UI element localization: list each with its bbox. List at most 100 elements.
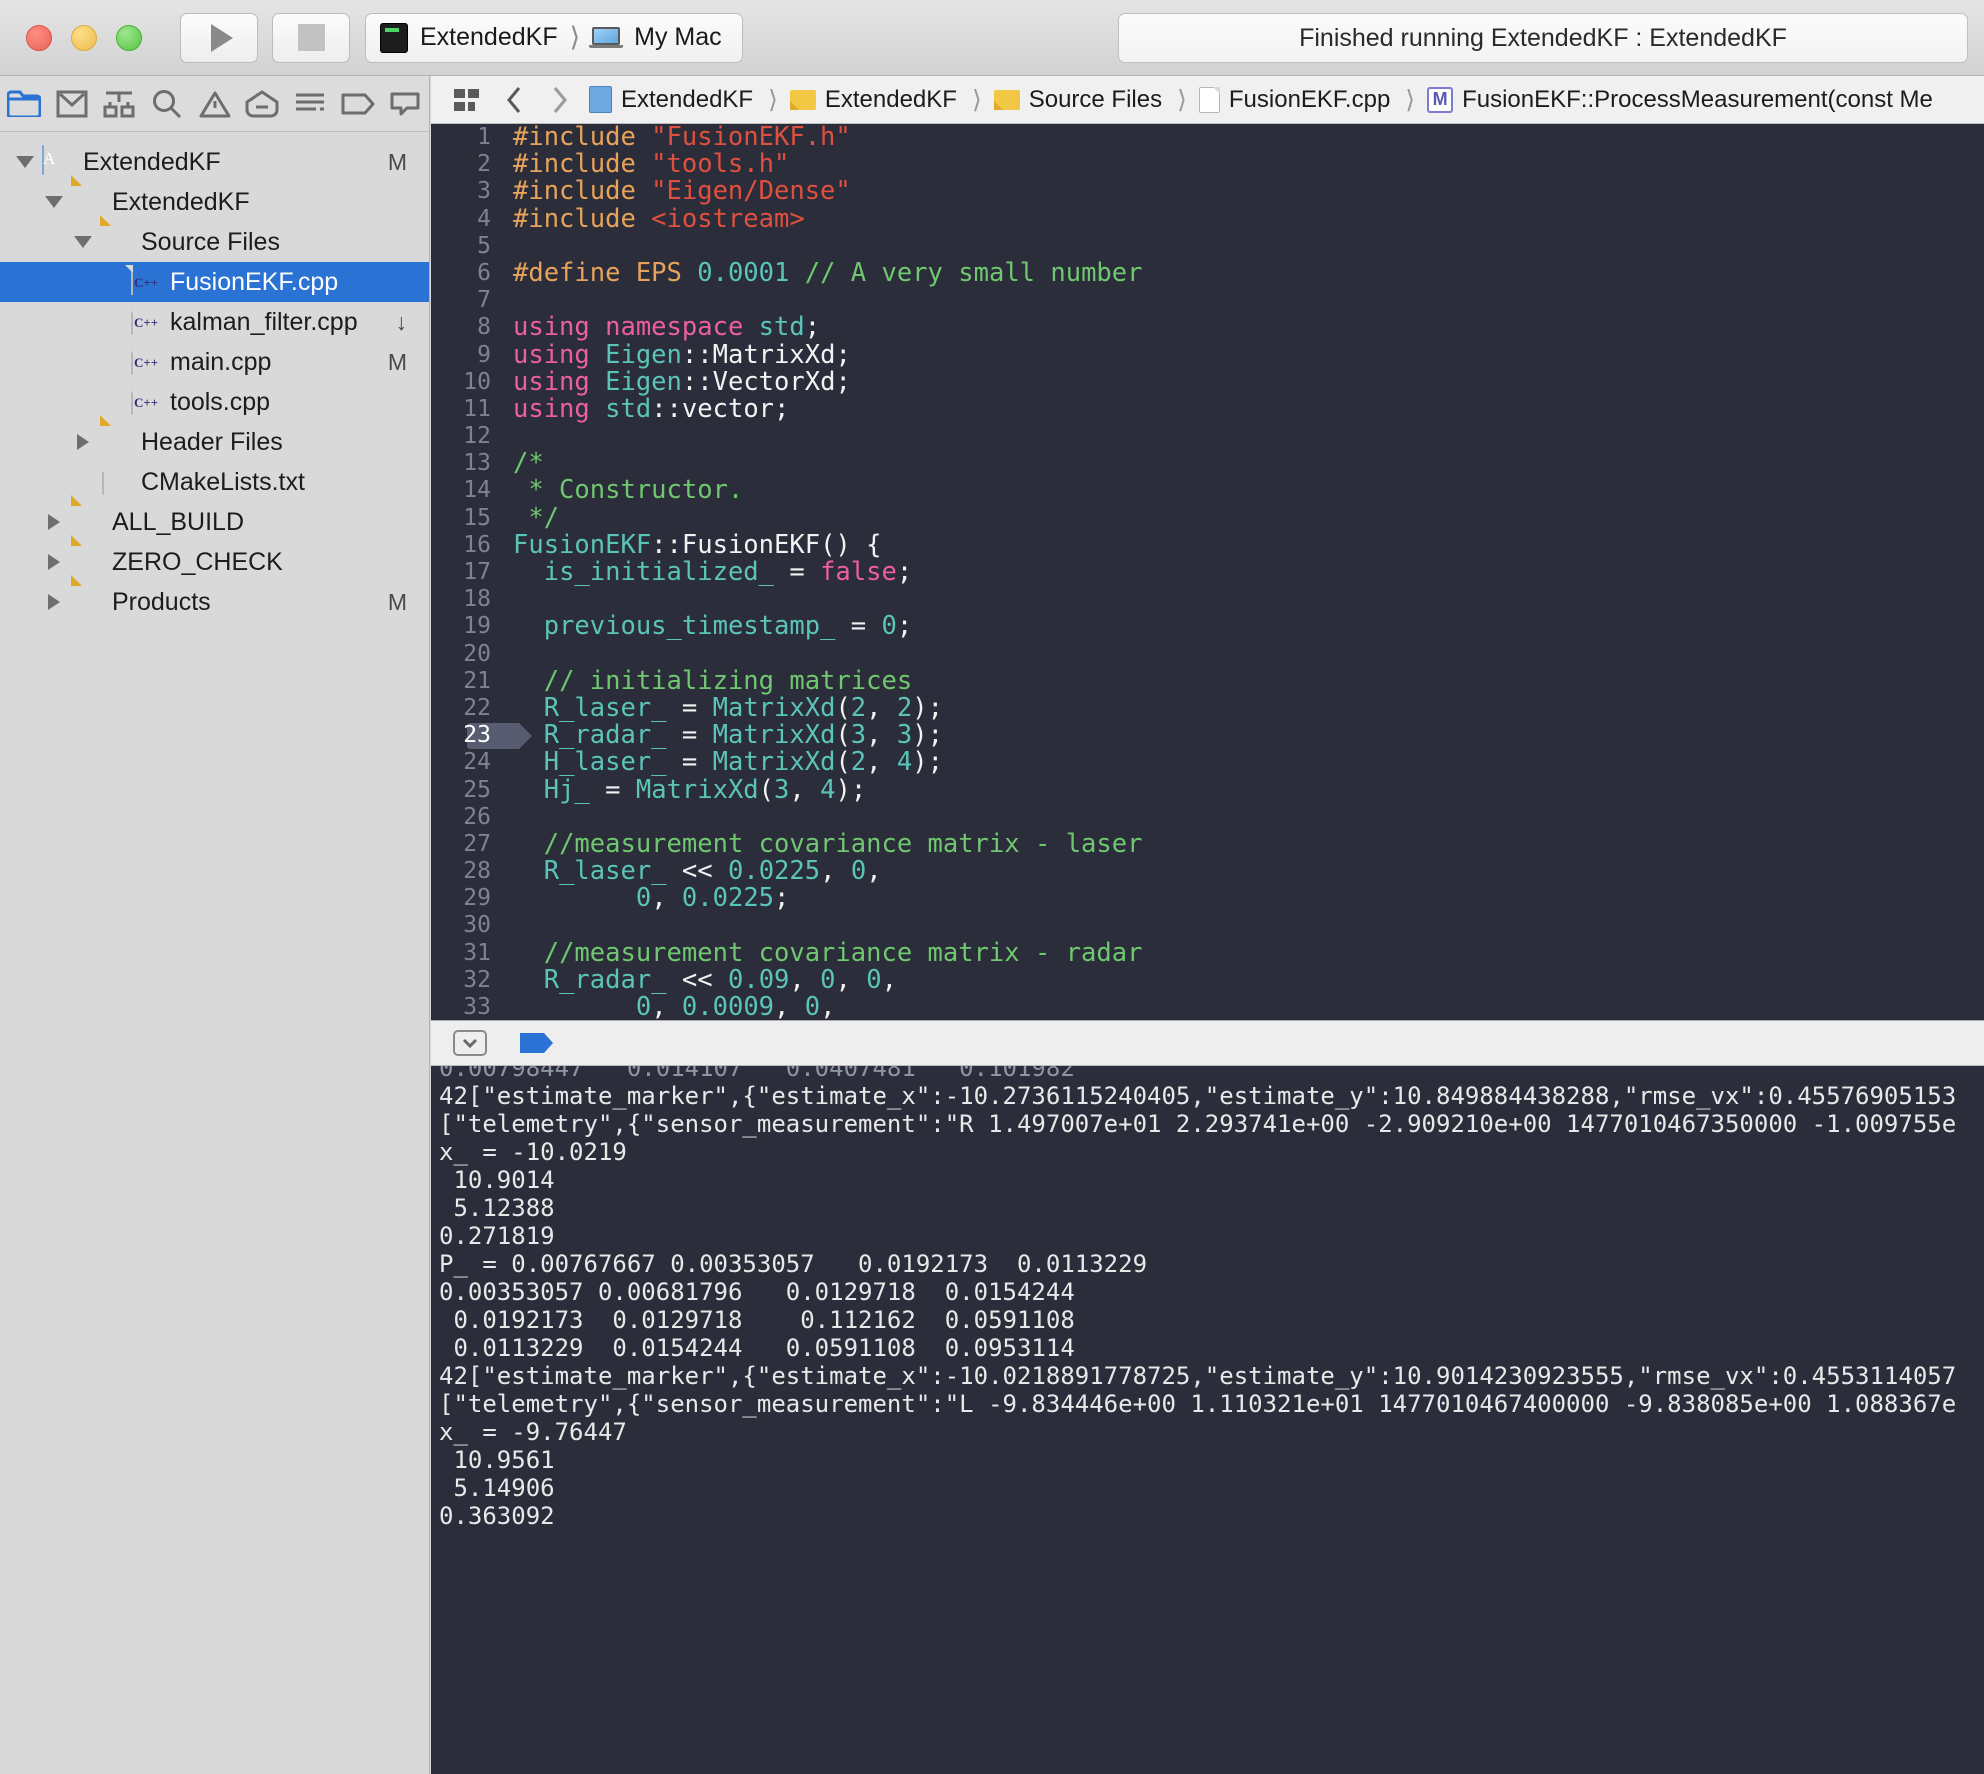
navigate-back-button[interactable] [491, 86, 537, 114]
code-token: 4 [897, 747, 912, 777]
close-window-button[interactable] [26, 25, 52, 51]
project-navigator-icon[interactable] [0, 76, 48, 132]
disclosure-triangle[interactable] [101, 271, 123, 293]
source-control-navigator-icon[interactable] [48, 76, 96, 132]
code-line[interactable]: 21 // initializing matrices [431, 668, 1984, 695]
code-line[interactable]: 23 R_radar_ = MatrixXd(3, 3); [431, 722, 1984, 749]
run-button[interactable] [180, 13, 258, 63]
file-tree-row[interactable]: ZERO_CHECK [0, 542, 429, 582]
file-tree-row[interactable]: ExtendedKF [0, 182, 429, 222]
code-token: 0.0225 [728, 856, 820, 886]
flag-icon[interactable] [519, 1031, 555, 1055]
source-code-editor[interactable]: 1#include "FusionEKF.h"2#include "tools.… [431, 124, 1984, 1020]
disclosure-triangle[interactable] [101, 391, 123, 413]
breadcrumb-item[interactable]: ExtendedKF [583, 86, 759, 114]
breakpoint-navigator-icon[interactable] [334, 76, 382, 132]
code-line[interactable]: 33 0, 0.0009, 0, [431, 994, 1984, 1020]
file-tree-row[interactable]: C++FusionEKF.cpp [0, 262, 429, 302]
code-line[interactable]: 24 H_laser_ = MatrixXd(2, 4); [431, 749, 1984, 776]
line-number: 22 [431, 695, 491, 722]
code-line[interactable]: 19 previous_timestamp_ = 0; [431, 613, 1984, 640]
code-line[interactable]: 29 0, 0.0225; [431, 885, 1984, 912]
code-line[interactable]: 26 [431, 804, 1984, 831]
disclosure-triangle[interactable] [72, 471, 94, 493]
zoom-window-button[interactable] [116, 25, 142, 51]
console-line: 42["estimate_marker",{"estimate_x":-10.0… [439, 1362, 1984, 1390]
code-line[interactable]: 15 */ [431, 505, 1984, 532]
code-token: namespace [605, 312, 759, 342]
scheme-selector[interactable]: ExtendedKF ⟩ My Mac [365, 13, 743, 63]
file-tree-row[interactable]: CMakeLists.txt [0, 462, 429, 502]
breadcrumb-item[interactable]: ⟩MFusionEKF::ProcessMeasurement(const Me [1396, 85, 1939, 115]
breadcrumb-item[interactable]: ⟩FusionEKF.cpp [1168, 85, 1396, 115]
breadcrumb-item[interactable]: ⟩Source Files [963, 85, 1168, 115]
code-line[interactable]: 28 R_laser_ << 0.0225, 0, [431, 858, 1984, 885]
stop-button[interactable] [272, 13, 350, 63]
disclosure-triangle[interactable] [101, 351, 123, 373]
file-tree-row[interactable]: Source Files [0, 222, 429, 262]
code-line[interactable]: 1#include "FusionEKF.h" [431, 124, 1984, 151]
code-line[interactable]: 20 [431, 641, 1984, 668]
code-line[interactable]: 18 [431, 586, 1984, 613]
code-line[interactable]: 32 R_radar_ << 0.09, 0, 0, [431, 967, 1984, 994]
test-navigator-icon[interactable] [238, 76, 286, 132]
code-line[interactable]: 3#include "Eigen/Dense" [431, 178, 1984, 205]
disclosure-triangle-closed[interactable] [72, 431, 94, 453]
code-line[interactable]: 25 Hj_ = MatrixXd(3, 4); [431, 777, 1984, 804]
disclosure-triangle-closed[interactable] [43, 591, 65, 613]
file-tree-row[interactable]: C++tools.cpp [0, 382, 429, 422]
code-line[interactable]: 8using namespace std; [431, 314, 1984, 341]
disclosure-triangle[interactable] [101, 311, 123, 333]
file-tree-row[interactable]: Header Files [0, 422, 429, 462]
disclosure-triangle-open[interactable] [72, 231, 94, 253]
file-tree-row[interactable]: C++main.cppM [0, 342, 429, 382]
code-line[interactable]: 6#define EPS 0.0001 // A very small numb… [431, 260, 1984, 287]
report-navigator-icon[interactable] [286, 76, 334, 132]
code-line[interactable]: 13/* [431, 450, 1984, 477]
code-line[interactable]: 22 R_laser_ = MatrixXd(2, 2); [431, 695, 1984, 722]
disclosure-triangle-closed[interactable] [43, 551, 65, 573]
symbol-navigator-icon[interactable] [95, 76, 143, 132]
code-line[interactable]: 7 [431, 287, 1984, 314]
scheme-target-icon [380, 23, 408, 53]
code-line[interactable]: 5 [431, 233, 1984, 260]
file-tree-row[interactable]: C++kalman_filter.cpp↓ [0, 302, 429, 342]
line-number: 30 [431, 912, 491, 939]
code-token: MatrixXd [713, 340, 836, 370]
code-line[interactable]: 10using Eigen::VectorXd; [431, 369, 1984, 396]
debug-navigator-icon[interactable] [381, 76, 429, 132]
code-line[interactable]: 30 [431, 912, 1984, 939]
code-line[interactable]: 14 * Constructor. [431, 477, 1984, 504]
file-tree-row[interactable]: ProductsM [0, 582, 429, 622]
issue-navigator-icon[interactable] [191, 76, 239, 132]
code-token: MatrixXd [636, 775, 759, 805]
related-items-icon[interactable] [445, 88, 491, 112]
code-token: ; [805, 312, 820, 342]
code-line[interactable]: 9using Eigen::MatrixXd; [431, 342, 1984, 369]
code-token: , [774, 992, 805, 1020]
code-line[interactable]: 12 [431, 423, 1984, 450]
code-line[interactable]: 4#include <iostream> [431, 206, 1984, 233]
code-token: //measurement covariance matrix - laser [544, 829, 1143, 859]
file-tree-row[interactable]: ALL_BUILD [0, 502, 429, 542]
code-token: Hj_ [544, 775, 590, 805]
code-line[interactable]: 11using std::vector; [431, 396, 1984, 423]
file-tree-row[interactable]: ExtendedKFM [0, 142, 429, 182]
disclosure-down-icon[interactable] [453, 1030, 487, 1056]
code-line[interactable]: 2#include "tools.h" [431, 151, 1984, 178]
code-token: Eigen [605, 367, 682, 397]
console-output[interactable]: 0.00798447 0.014107 0.0407481 0.10198242… [431, 1066, 1984, 1774]
code-token: ( [835, 747, 850, 777]
code-line[interactable]: 16FusionEKF::FusionEKF() { [431, 532, 1984, 559]
find-navigator-icon[interactable] [143, 76, 191, 132]
navigate-forward-button[interactable] [537, 86, 583, 114]
code-line[interactable]: 27 //measurement covariance matrix - las… [431, 831, 1984, 858]
minimize-window-button[interactable] [71, 25, 97, 51]
breadcrumb-item[interactable]: ⟩ExtendedKF [759, 85, 963, 115]
code-line[interactable]: 31 //measurement covariance matrix - rad… [431, 940, 1984, 967]
disclosure-triangle-open[interactable] [43, 191, 65, 213]
code-line[interactable]: 17 is_initialized_ = false; [431, 559, 1984, 586]
disclosure-triangle-open[interactable] [14, 151, 36, 173]
disclosure-triangle-closed[interactable] [43, 511, 65, 533]
navigator-selector-bar [0, 76, 429, 132]
